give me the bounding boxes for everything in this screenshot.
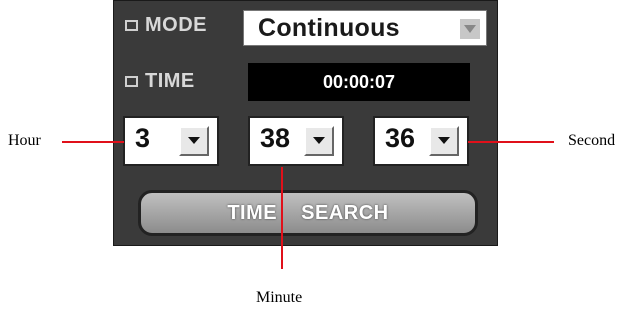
time-label: TIME — [145, 70, 195, 92]
minute-spinner[interactable]: 38 — [248, 116, 344, 166]
chevron-down-icon[interactable] — [460, 19, 480, 39]
mode-select[interactable]: Continuous — [243, 10, 487, 46]
minute-value: 38 — [260, 123, 291, 153]
hour-dropdown-button[interactable] — [179, 126, 209, 156]
hour-callout: Hour — [8, 132, 41, 149]
minute-callout-line — [281, 167, 283, 269]
time-search-button[interactable]: TIME SEARCH — [138, 190, 478, 236]
second-spinner[interactable]: 36 — [373, 116, 469, 166]
minute-dropdown-button[interactable] — [304, 126, 334, 156]
mode-checkbox[interactable] — [125, 20, 138, 31]
hour-callout-line — [62, 141, 124, 143]
time-display: 00:00:07 — [248, 63, 470, 101]
second-value: 36 — [385, 123, 416, 153]
hour-value: 3 — [135, 123, 151, 153]
mode-label: MODE — [145, 14, 207, 36]
minute-callout: Minute — [256, 289, 303, 306]
time-checkbox[interactable] — [125, 76, 138, 87]
hour-spinner[interactable]: 3 — [123, 116, 219, 166]
second-dropdown-button[interactable] — [429, 126, 459, 156]
time-row: TIME — [121, 66, 241, 100]
second-callout: Second — [568, 132, 616, 149]
mode-row: MODE — [121, 10, 241, 44]
second-callout-line — [468, 141, 554, 143]
mode-value: Continuous — [258, 14, 400, 42]
